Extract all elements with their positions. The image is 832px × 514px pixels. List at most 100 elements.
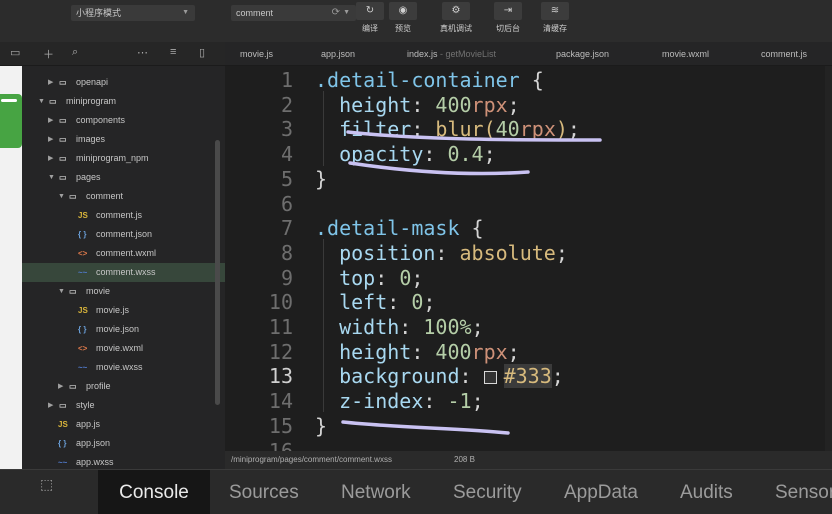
editor-tab[interactable]: app.json [321,42,355,66]
device-debug-button[interactable]: ⚙ 真机调试 [438,2,474,38]
tree-folder[interactable]: ▶ ▭ style [22,396,225,415]
folder-icon: ▭ [59,135,67,144]
devtools-tab-sensor[interactable]: Sensor [775,470,832,514]
code-token: 400 [435,339,472,364]
chevron-right-icon[interactable]: ▶ [48,149,56,168]
line-number: 1 [280,68,293,92]
code-token: ; [423,290,436,315]
code-token: left [315,290,388,315]
devtools-tab-network[interactable]: Network [341,470,411,514]
line-number: 6 [280,191,293,216]
code-text: opacity: 0.4; [315,142,496,167]
tree-file[interactable]: { } app.json [22,434,225,453]
editor-tab[interactable]: comment.js [761,42,807,66]
chevron-right-icon[interactable]: ▶ [48,396,56,415]
chevron-down-icon[interactable]: ▼ [48,168,56,187]
inspect-element-icon[interactable]: ⬚ [40,476,53,493]
devtools-tab-sources[interactable]: Sources [229,470,299,514]
tree-file[interactable]: { } movie.json [22,320,225,339]
editor-tab[interactable]: index.js - getMovieList [407,42,496,66]
code-line: 10 left: 0; [225,290,832,315]
code-line: 14 z-index: -1; [225,389,832,414]
code-token: ; [567,117,580,142]
editor-tab[interactable]: movie.wxml [662,42,709,66]
tree-file[interactable]: JS movie.js [22,301,225,320]
tree-file[interactable]: ~~ movie.wxss [22,358,225,377]
compile-button[interactable]: ↻ 编译 [352,2,388,38]
tree-item-label: app.json [76,438,111,448]
devtools-tab-security[interactable]: Security [453,470,522,514]
line-number: 2 [280,92,293,117]
chevron-right-icon[interactable]: ▶ [48,73,56,92]
clear-cache-button[interactable]: ≋ 清缓存 [537,2,573,38]
explorer-scrollbar[interactable] [215,140,220,405]
wxss-file-icon: ~~ [78,268,88,277]
search-icon[interactable]: ⌕ [72,46,78,59]
chevron-right-icon[interactable]: ▶ [48,130,56,149]
devtools-tab-console[interactable]: Console [98,470,210,514]
code-token: .detail-mask [315,216,460,241]
tree-folder[interactable]: ▼ ▭ pages [22,168,225,187]
tree-folder[interactable]: ▶ ▭ images [22,130,225,149]
code-token: 100% [423,315,472,339]
editor-tab-label: movie.wxml [662,49,710,59]
editor-tab[interactable]: movie.js [240,42,273,66]
chevron-down-icon[interactable]: ▼ [58,282,66,301]
tree-file[interactable]: <> comment.wxml [22,244,225,263]
tree-file[interactable]: { } comment.json [22,225,225,244]
code-token: 0.4 [447,142,484,167]
tree-item-label: comment [86,191,124,201]
devtools-tab-appdata[interactable]: AppData [564,470,638,514]
code-token: : [375,265,400,290]
code-text: height: 400rpx; [315,93,520,118]
code-editor[interactable]: 1 .detail-container {2 height: 400rpx; 3 f… [225,66,832,451]
tree-item-label: comment.json [96,229,153,239]
background-button[interactable]: ⇥ 切后台 [490,2,526,38]
tree-folder[interactable]: ▼ ▭ miniprogram [22,92,225,111]
line-number: 15 [268,413,293,438]
code-token: width [315,315,400,339]
code-token: ; [551,364,564,389]
code-token: rpx [519,117,556,142]
code-text: } [315,167,327,192]
editor-tab[interactable]: package.json [556,42,609,66]
folder-icon: ▭ [69,287,77,296]
tree-folder[interactable]: ▼ ▭ movie [22,282,225,301]
devtools-tab-audits[interactable]: Audits [680,470,733,514]
add-file-icon[interactable]: ＋ [43,46,54,62]
tree-file[interactable]: JS app.js [22,415,225,434]
code-token: height [315,339,412,364]
js-file-icon: JS [78,306,88,315]
tree-file[interactable]: ~~ comment.wxss [22,263,225,282]
compile-icon: ↻ [356,2,384,20]
tree-file[interactable]: ~~ app.wxss [22,453,225,470]
tree-folder[interactable]: ▶ ▭ profile [22,377,225,396]
folder-icon: ▭ [59,154,67,163]
code-token: z-index [315,389,424,414]
refresh-icon[interactable]: ⟳ [332,5,340,21]
tree-folder[interactable]: ▶ ▭ components [22,111,225,130]
chevron-down-icon[interactable]: ▼ [58,187,66,206]
chevron-right-icon[interactable]: ▶ [48,111,56,130]
tree-folder[interactable]: ▶ ▭ openapi [22,73,225,92]
tree-file[interactable]: <> movie.wxml [22,339,225,358]
code-line: 7 .detail-mask { [225,216,832,241]
toggle-panel-icon[interactable]: ▭ [10,46,20,59]
color-swatch-icon[interactable] [483,371,497,385]
split-icon[interactable]: ▯ [199,46,205,59]
compile-mode-select[interactable]: comment ⟳ ▼ [231,5,356,21]
folder-icon: ▭ [69,382,77,391]
code-token: rpx [471,92,508,117]
more-icon[interactable]: ⋯ [137,46,148,59]
code-token: : [423,389,448,414]
code-token: .detail-container [315,68,520,92]
collapse-all-icon[interactable]: ≡ [170,46,176,58]
tree-folder[interactable]: ▼ ▭ comment [22,187,225,206]
code-token: top [315,265,376,290]
chevron-right-icon[interactable]: ▶ [58,377,66,396]
tree-folder[interactable]: ▶ ▭ miniprogram_npm [22,149,225,168]
mode-select[interactable]: 小程序模式 ▼ [71,5,195,21]
preview-button[interactable]: ◉ 预览 [385,2,421,38]
chevron-down-icon[interactable]: ▼ [38,92,46,111]
tree-file[interactable]: JS comment.js [22,206,225,225]
